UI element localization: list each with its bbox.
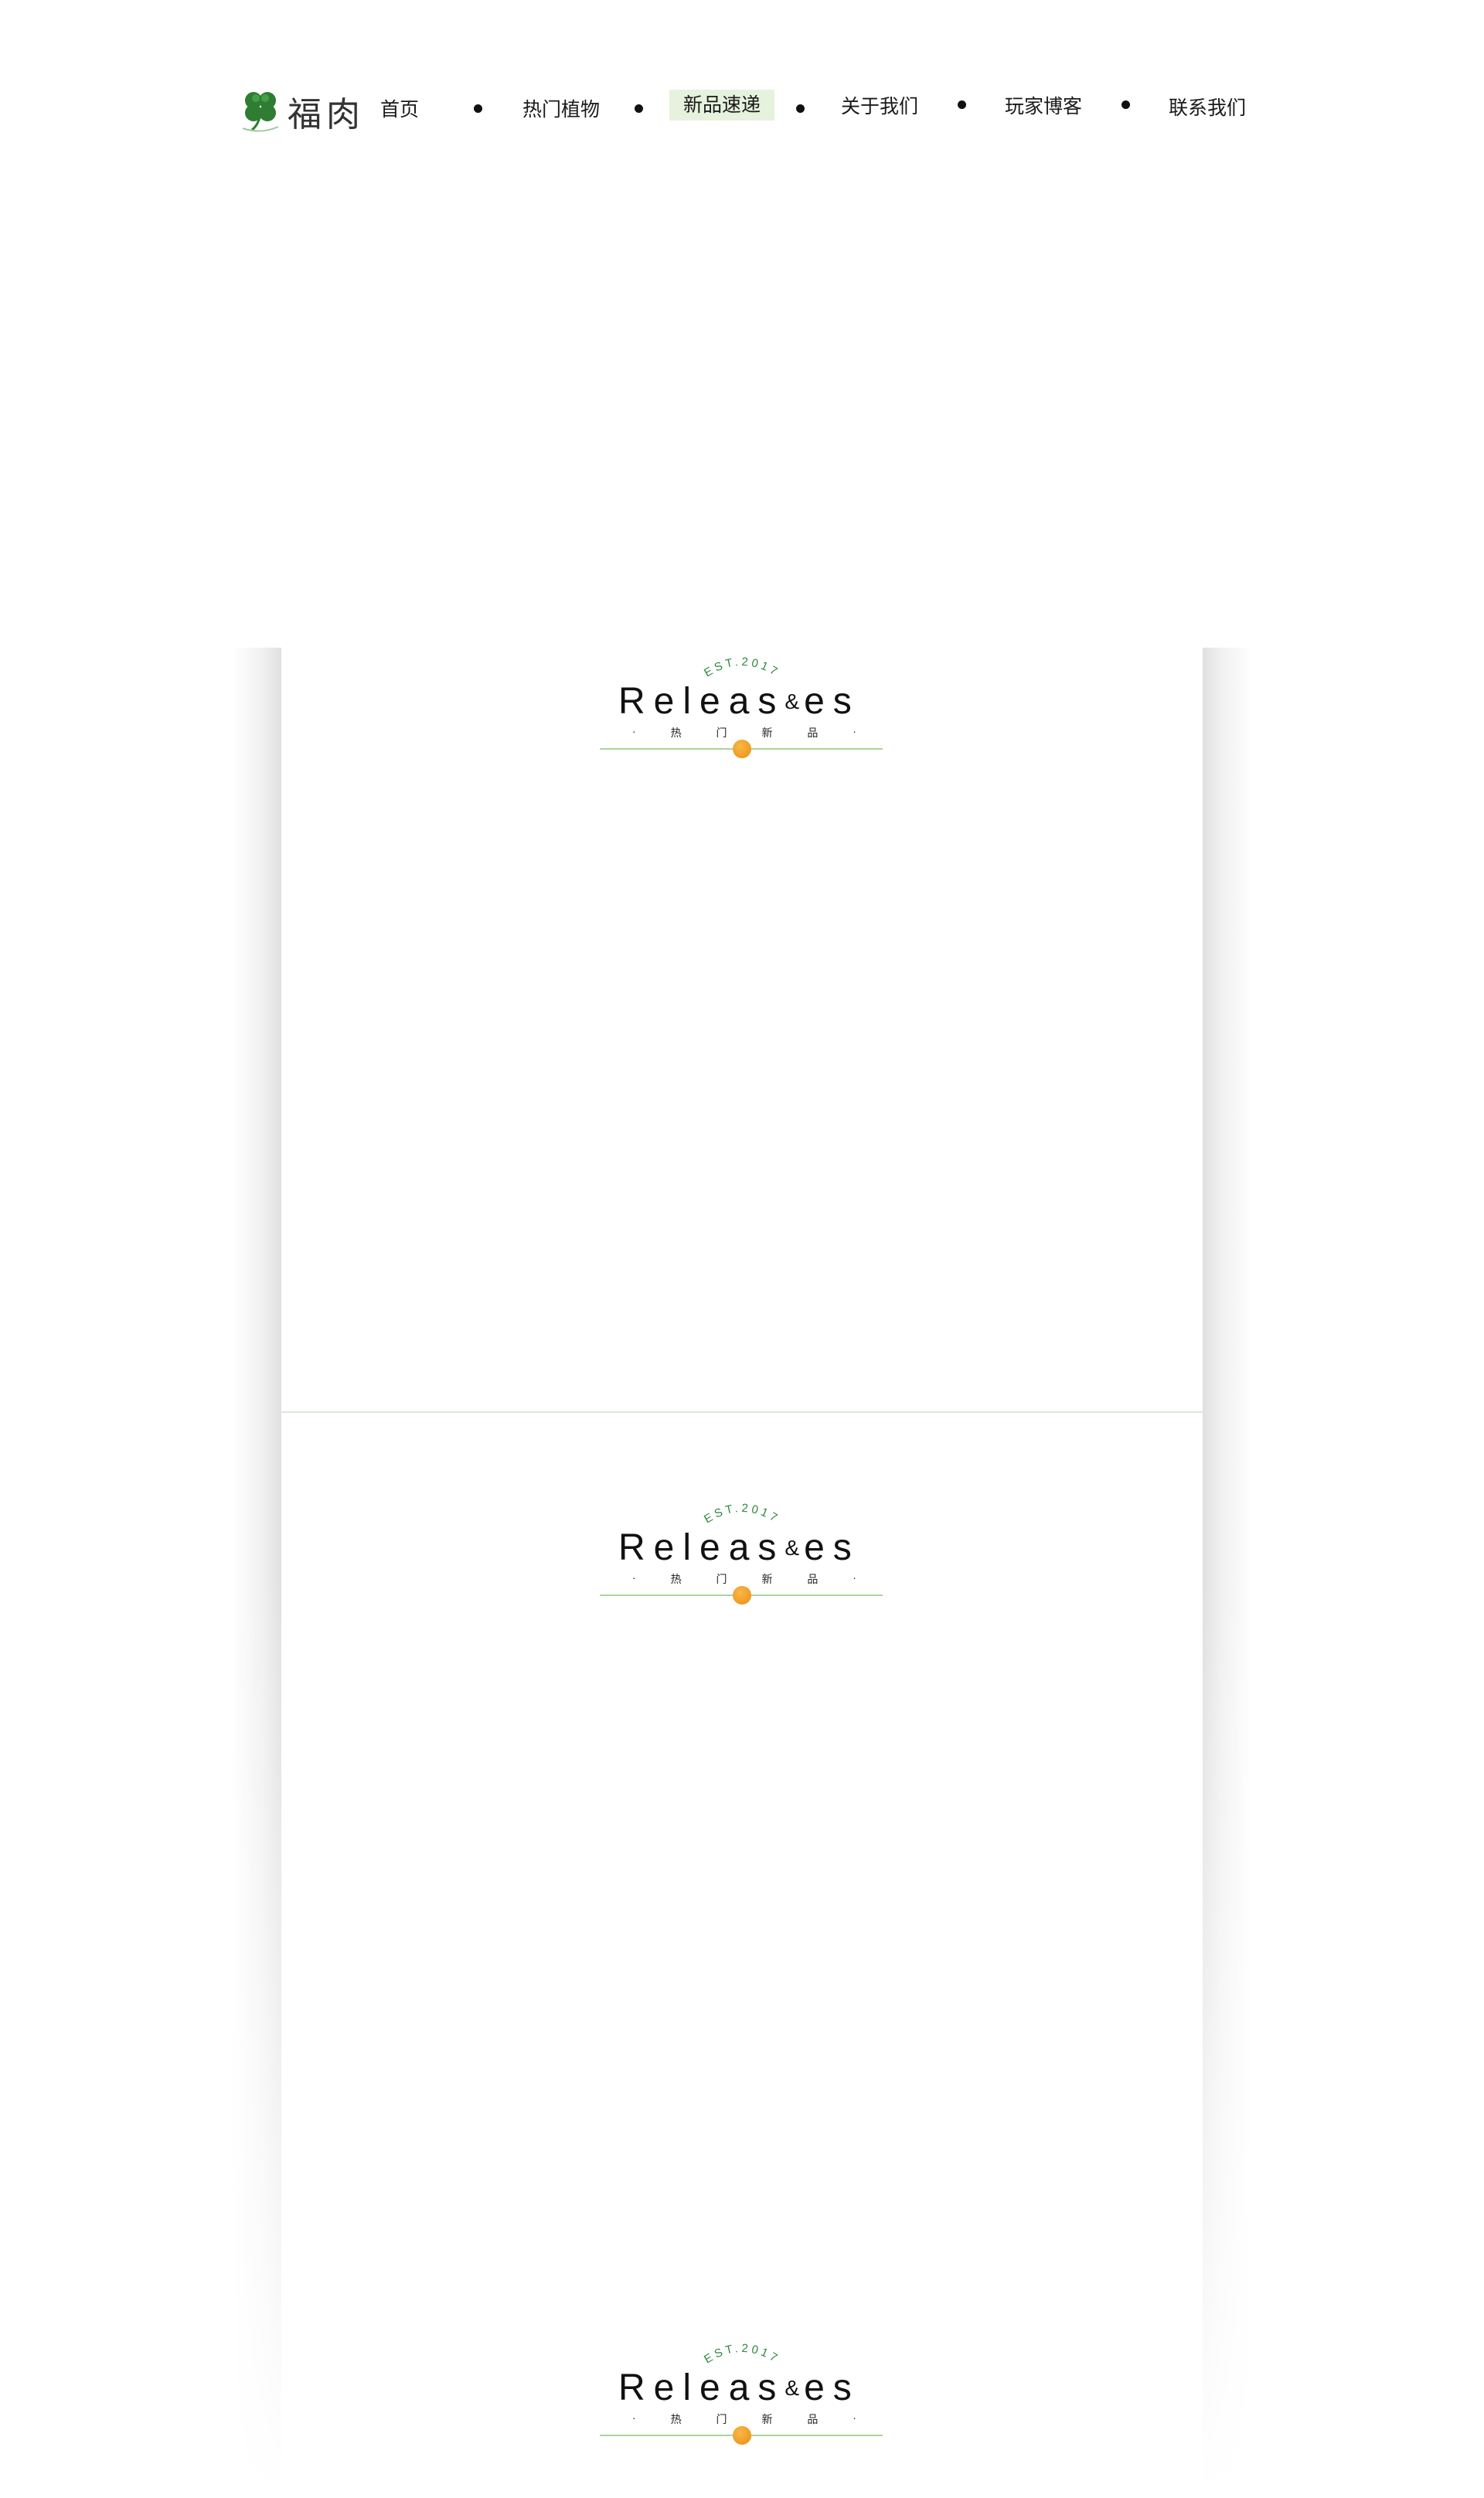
nav-item-hot-plants[interactable]: 热门植物 bbox=[522, 94, 600, 125]
nav-item-home[interactable]: 首页 bbox=[380, 94, 419, 125]
releases-title: Releas&es bbox=[618, 2367, 860, 2408]
releases-emblem: EST.2017 Releas&es · 热 门 新 品 · bbox=[587, 2336, 897, 2452]
releases-emblem: EST.2017 Releas&es · 热 门 新 品 · bbox=[587, 649, 897, 765]
nav-separator-dot bbox=[796, 104, 805, 113]
releases-subtitle: · 热 门 新 品 · bbox=[632, 725, 856, 739]
svg-text:EST.2017: EST.2017 bbox=[702, 1502, 782, 1526]
four-leaf-clover-icon bbox=[242, 92, 279, 132]
site-header: 福肉 首页 热门植物 新品速递 关于我们 玩家博客 联系我们 bbox=[0, 0, 1484, 178]
svg-text:EST.2017: EST.2017 bbox=[702, 655, 782, 680]
nav-separator-dot bbox=[635, 104, 643, 113]
nav-separator-dot bbox=[958, 100, 966, 109]
releases-emblem: EST.2017 Releas&es · 热 门 新 品 · bbox=[587, 1496, 897, 1611]
nav-item-about[interactable]: 关于我们 bbox=[841, 91, 918, 122]
nav-item-contact[interactable]: 联系我们 bbox=[1169, 93, 1246, 124]
releases-subtitle: · 热 门 新 品 · bbox=[632, 2411, 856, 2425]
nav-item-new-arrivals[interactable]: 新品速递 bbox=[669, 90, 775, 121]
nav-separator-dot bbox=[1122, 100, 1130, 109]
releases-title: Releas&es bbox=[618, 1527, 860, 1568]
est-arc-text: EST.2017 bbox=[702, 655, 782, 680]
svg-text:EST.2017: EST.2017 bbox=[702, 2342, 782, 2367]
section-divider bbox=[281, 1411, 1203, 1413]
releases-title: Releas&es bbox=[618, 681, 860, 722]
nav-separator-dot bbox=[474, 104, 482, 113]
orange-dot-icon bbox=[733, 740, 751, 758]
releases-subtitle: · 热 门 新 品 · bbox=[632, 1571, 856, 1585]
nav-item-blog[interactable]: 玩家博客 bbox=[1005, 91, 1082, 122]
orange-dot-icon bbox=[733, 1586, 751, 1605]
brand-logo[interactable]: 福肉 bbox=[237, 85, 360, 136]
est-arc-text: EST.2017 bbox=[702, 1502, 782, 1526]
est-arc-text: EST.2017 bbox=[702, 2342, 782, 2367]
brand-name: 福肉 bbox=[288, 95, 365, 134]
orange-dot-icon bbox=[733, 2426, 751, 2445]
